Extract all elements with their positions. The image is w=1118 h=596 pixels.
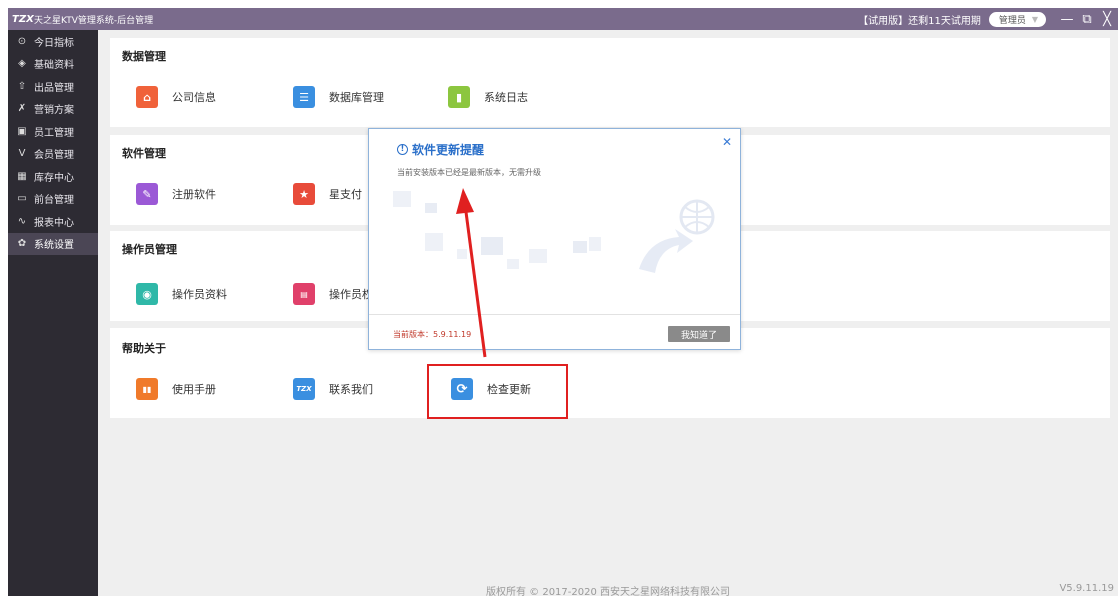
item-label: 使用手册 xyxy=(172,383,216,396)
sidebar-item-label: 库存中心 xyxy=(34,172,74,184)
contact-logo-icon: TZX xyxy=(293,378,315,400)
dialog-close-button[interactable]: ✕ xyxy=(722,135,732,149)
current-version-label: 当前版本：5.9.11.19 xyxy=(393,330,472,339)
sidebar-item-front-desk[interactable]: ▭ 前台管理 xyxy=(8,188,98,211)
sidebar-item-label: 员工管理 xyxy=(34,127,74,139)
version-label: V5.9.11.19 xyxy=(1059,583,1114,594)
sidebar-item-label: 前台管理 xyxy=(34,195,74,207)
dialog-footer: 当前版本：5.9.11.19 我知道了 xyxy=(369,314,740,349)
sidebar-item-basic-data[interactable]: ◈ 基础资料 xyxy=(8,53,98,76)
warehouse-icon: ▦ xyxy=(17,170,27,182)
item-label: 操作员资料 xyxy=(172,288,227,301)
decorative-background xyxy=(393,191,715,273)
register-software-button[interactable]: ✎ 注册软件 xyxy=(136,183,216,205)
trial-notice: 【试用版】还剩11天试用期 xyxy=(858,15,981,27)
sidebar-item-label: 报表中心 xyxy=(34,217,74,229)
sidebar-item-inventory[interactable]: ▦ 库存中心 xyxy=(8,165,98,188)
app-logo-icon: TZX xyxy=(12,13,34,25)
item-label: 注册软件 xyxy=(172,188,216,201)
log-book-icon: ▮ xyxy=(448,86,470,108)
home-icon: ⌂ xyxy=(136,86,158,108)
gear-icon: ✿ xyxy=(17,238,27,250)
sidebar-item-label: 基础资料 xyxy=(34,60,74,72)
sidebar-item-reports[interactable]: ∿ 报表中心 xyxy=(8,210,98,233)
company-info-button[interactable]: ⌂ 公司信息 xyxy=(136,86,216,108)
item-label: 联系我们 xyxy=(329,383,373,396)
update-dialog: ! 软件更新提醒 ✕ 当前安装版本已经是最新版本，无需升级 当前版本：5.9.1… xyxy=(368,128,741,350)
vip-icon: V xyxy=(18,148,26,160)
register-icon: ✎ xyxy=(136,183,158,205)
sidebar-item-staff[interactable]: ▣ 员工管理 xyxy=(8,120,98,143)
app-title: 天之星KTV管理系统-后台管理 xyxy=(34,15,154,26)
section-data-management: 数据管理 ⌂ 公司信息 ☰ 数据库管理 ▮ 系统日志 xyxy=(110,38,1110,127)
contact-us-button[interactable]: TZX 联系我们 xyxy=(293,378,373,400)
permission-icon: ▤ xyxy=(293,283,315,305)
sidebar-item-label: 今日指标 xyxy=(34,37,74,49)
item-label: 公司信息 xyxy=(172,91,216,104)
sidebar-item-marketing[interactable]: ✗ 营销方案 xyxy=(8,98,98,121)
operator-profile-button[interactable]: ◉ 操作员资料 xyxy=(136,283,227,305)
sidebar-item-product-management[interactable]: ⇧ 出品管理 xyxy=(8,75,98,98)
manual-icon: ▮▮ xyxy=(136,378,158,400)
upload-icon: ⇧ xyxy=(17,80,27,92)
operator-permission-button[interactable]: ▤ 操作员权 xyxy=(293,283,373,305)
item-label: 系统日志 xyxy=(484,91,528,104)
highlight-box xyxy=(427,364,568,419)
item-label: 星支付 xyxy=(329,188,362,201)
database-management-button[interactable]: ☰ 数据库管理 xyxy=(293,86,384,108)
user-manual-button[interactable]: ▮▮ 使用手册 xyxy=(136,378,216,400)
caret-down-icon: ▼ xyxy=(1031,14,1038,24)
minimize-button[interactable]: — xyxy=(1058,12,1076,27)
sidebar-item-label: 系统设置 xyxy=(34,240,74,252)
tools-icon: ✗ xyxy=(17,103,27,115)
operator-icon: ◉ xyxy=(136,283,158,305)
user-label: 管理员 xyxy=(998,15,1026,26)
layers-icon: ◈ xyxy=(18,58,26,70)
database-icon: ☰ xyxy=(293,86,315,108)
sidebar-item-label: 营销方案 xyxy=(34,105,74,117)
dialog-title: ! 软件更新提醒 xyxy=(397,141,484,158)
item-label: 数据库管理 xyxy=(329,91,384,104)
section-title: 数据管理 xyxy=(122,50,166,63)
system-log-button[interactable]: ▮ 系统日志 xyxy=(448,86,528,108)
sidebar: ⊙ 今日指标 ◈ 基础资料 ⇧ 出品管理 ✗ 营销方案 ▣ 员工管理 V 会员管… xyxy=(8,30,98,596)
got-it-button[interactable]: 我知道了 xyxy=(668,326,730,342)
sidebar-item-members[interactable]: V 会员管理 xyxy=(8,143,98,166)
sidebar-item-today-metrics[interactable]: ⊙ 今日指标 xyxy=(8,30,98,53)
id-card-icon: ▣ xyxy=(17,125,27,137)
sidebar-item-label: 会员管理 xyxy=(34,150,74,162)
star-pay-button[interactable]: ★ 星支付 xyxy=(293,183,362,205)
section-title: 帮助关于 xyxy=(122,342,166,355)
section-title: 操作员管理 xyxy=(122,243,177,256)
target-icon: ⊙ xyxy=(17,35,27,47)
item-label: 操作员权 xyxy=(329,288,373,301)
section-title: 软件管理 xyxy=(122,147,166,160)
monitor-icon: ▭ xyxy=(17,193,27,205)
sidebar-item-system-settings[interactable]: ✿ 系统设置 xyxy=(8,232,98,255)
chart-icon: ∿ xyxy=(17,215,27,227)
star-pay-icon: ★ xyxy=(293,183,315,205)
copyright-text: 版权所有 © 2017-2020 西安天之星网络科技有限公司 xyxy=(485,587,731,596)
title-bar: TZX 天之星KTV管理系统-后台管理 【试用版】还剩11天试用期 管理员 ▼ … xyxy=(8,8,1118,30)
alert-icon: ! xyxy=(397,144,408,155)
restore-button[interactable]: ⧉ xyxy=(1078,12,1096,27)
user-menu-button[interactable]: 管理员 ▼ xyxy=(988,11,1046,27)
dialog-message: 当前安装版本已经是最新版本，无需升级 xyxy=(397,168,541,177)
dialog-title-text: 软件更新提醒 xyxy=(412,143,485,157)
sidebar-item-label: 出品管理 xyxy=(34,82,74,94)
close-window-button[interactable]: ╳ xyxy=(1098,12,1116,27)
